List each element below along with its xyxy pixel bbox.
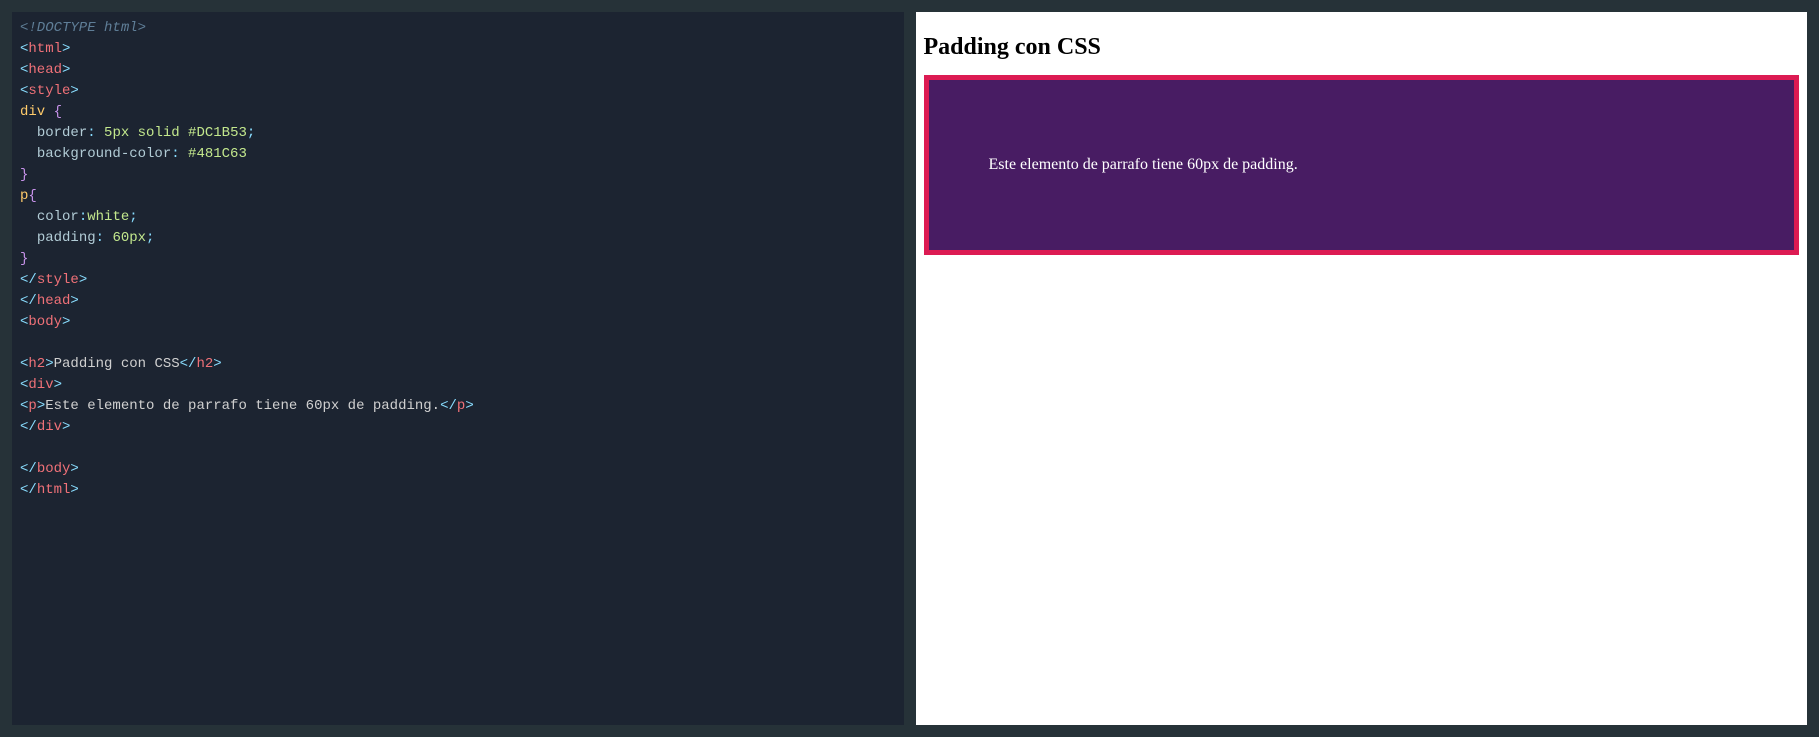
preview-demo-box: Este elemento de parrafo tiene 60px de p… (924, 75, 1800, 255)
code-doctype: <!DOCTYPE html> (20, 20, 146, 36)
preview-pane: Padding con CSS Este elemento de parrafo… (916, 12, 1808, 725)
preview-paragraph: Este elemento de parrafo tiene 60px de p… (929, 96, 1795, 234)
preview-heading: Padding con CSS (924, 34, 1800, 61)
split-view: <!DOCTYPE html> <html> <head> <style> di… (0, 0, 1819, 737)
code-editor-pane[interactable]: <!DOCTYPE html> <html> <head> <style> di… (12, 12, 904, 725)
